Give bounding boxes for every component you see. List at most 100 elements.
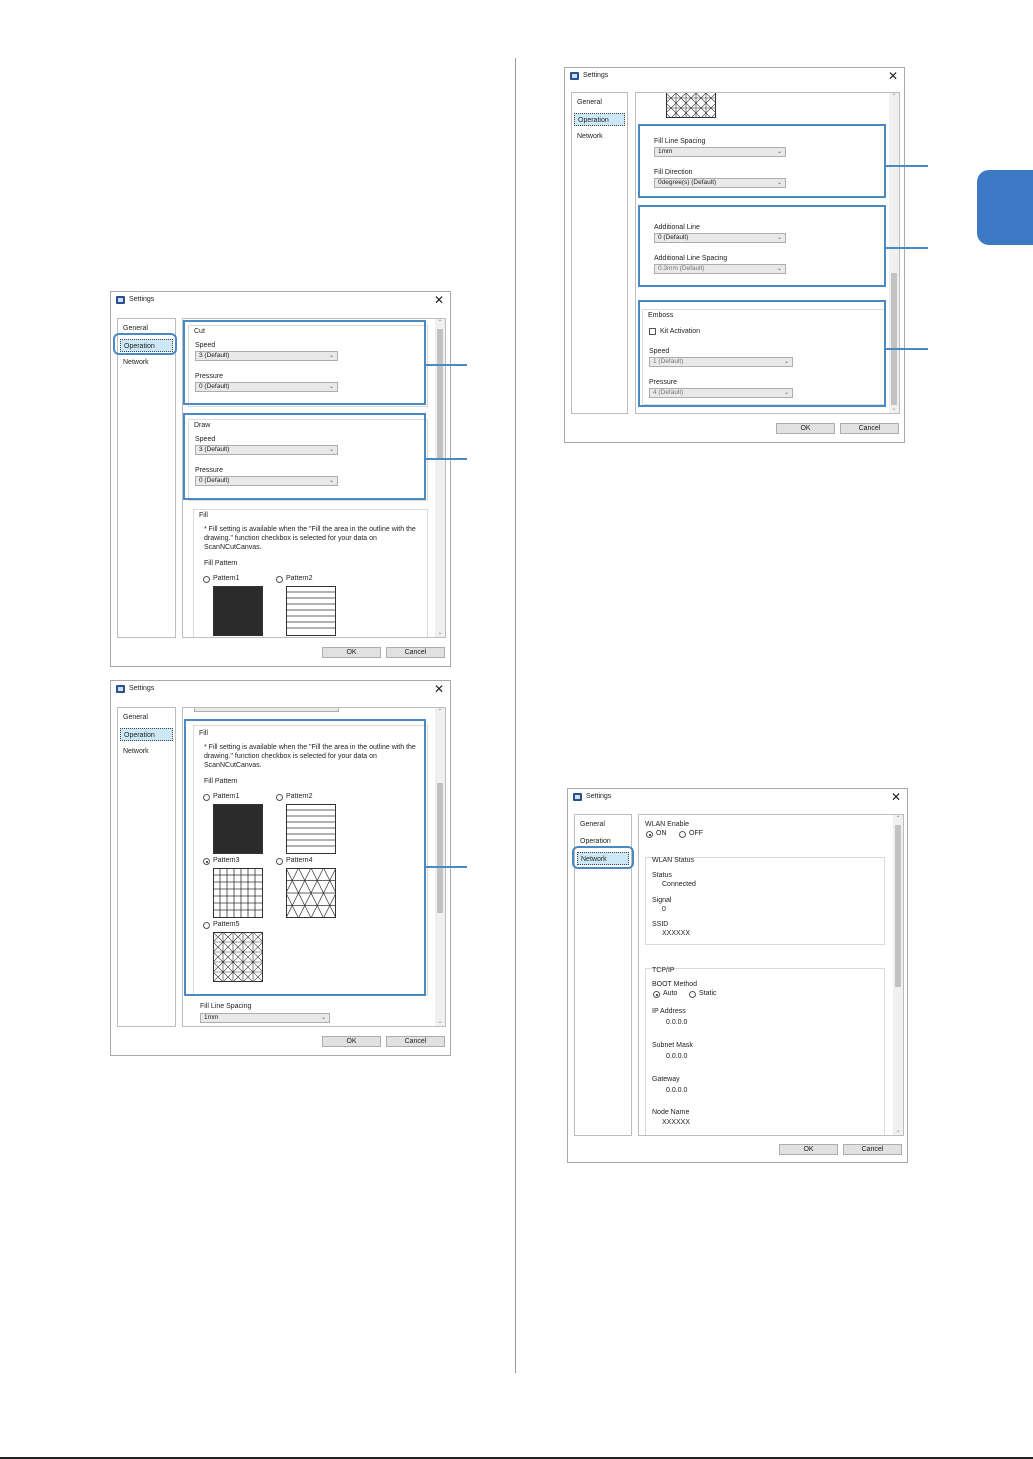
pattern5-radio[interactable] bbox=[203, 922, 210, 929]
nav-item-operation[interactable]: Operation bbox=[120, 728, 173, 741]
fill-line-spacing-select[interactable]: 1mm ⌄ bbox=[654, 147, 786, 157]
pattern1-radio[interactable] bbox=[203, 576, 210, 583]
pattern2-label: Pattern2 bbox=[286, 575, 313, 582]
scroll-thumb[interactable] bbox=[895, 825, 901, 987]
wlan-off-radio[interactable] bbox=[679, 831, 686, 838]
boot-static-radio[interactable] bbox=[689, 991, 696, 998]
settings-dialog-fill: Settings ✕ General Operation Network Fil… bbox=[110, 680, 451, 1056]
scroll-up-icon[interactable]: ⌃ bbox=[435, 319, 445, 327]
scrolled-combo-remnant bbox=[194, 708, 339, 712]
title-bar: Settings ✕ bbox=[565, 68, 904, 86]
close-icon[interactable]: ✕ bbox=[891, 790, 901, 804]
fill-line-spacing-select[interactable]: 1mm ⌄ bbox=[200, 1013, 330, 1023]
scroll-down-icon[interactable]: ⌄ bbox=[889, 405, 899, 413]
app-icon bbox=[116, 296, 125, 304]
cancel-button[interactable]: Cancel bbox=[843, 1144, 902, 1155]
wlan-status-group-label: WLAN Status bbox=[652, 857, 695, 864]
fill-note: * Fill setting is available when the "Fi… bbox=[204, 744, 416, 769]
dialog-title: Settings bbox=[586, 793, 612, 800]
gateway-label: Gateway bbox=[652, 1076, 680, 1083]
node-name-value: XXXXXX bbox=[662, 1119, 691, 1126]
nav-item-network[interactable]: Network bbox=[577, 852, 629, 865]
nav-item-general[interactable]: General bbox=[120, 711, 173, 724]
ssid-value: XXXXXX bbox=[662, 930, 691, 937]
wlan-on-radio[interactable] bbox=[646, 831, 653, 838]
status-value: Connected bbox=[662, 881, 696, 888]
pattern1-label: Pattern1 bbox=[213, 793, 240, 800]
close-icon[interactable]: ✕ bbox=[434, 682, 444, 696]
scroll-down-icon[interactable]: ⌄ bbox=[435, 629, 445, 637]
close-icon[interactable]: ✕ bbox=[888, 69, 898, 83]
ok-button[interactable]: OK bbox=[779, 1144, 838, 1155]
scroll-thumb[interactable] bbox=[891, 273, 897, 405]
status-label: Status bbox=[652, 872, 672, 879]
settings-nav: General Operation Network bbox=[117, 318, 176, 638]
pattern2-swatch bbox=[286, 804, 336, 854]
gateway-value: 0.0.0.0 bbox=[666, 1087, 688, 1094]
panel-scrollbar[interactable]: ⌃ ⌄ bbox=[893, 815, 903, 1135]
pattern2-radio[interactable] bbox=[276, 794, 283, 801]
nav-item-general[interactable]: General bbox=[120, 322, 173, 335]
ok-button[interactable]: OK bbox=[322, 647, 381, 658]
scroll-down-icon[interactable]: ⌄ bbox=[435, 1018, 445, 1026]
scroll-up-icon[interactable]: ⌃ bbox=[889, 93, 899, 101]
additional-line-spacing-select[interactable]: 0.3mm (Default) ⌄ bbox=[654, 264, 786, 274]
cut-speed-select[interactable]: 3 (Default) ⌄ bbox=[195, 351, 338, 361]
boot-auto-radio[interactable] bbox=[653, 991, 660, 998]
close-icon[interactable]: ✕ bbox=[434, 293, 444, 307]
fill-pattern-label: Fill Pattern bbox=[204, 778, 238, 785]
scroll-thumb[interactable] bbox=[437, 783, 443, 913]
ok-button[interactable]: OK bbox=[776, 423, 835, 434]
cancel-button[interactable]: Cancel bbox=[386, 647, 445, 658]
scroll-down-icon[interactable]: ⌄ bbox=[893, 1127, 903, 1135]
cut-group: Cut Speed 3 (Default) ⌄ Pressure 0 (Defau… bbox=[188, 325, 428, 407]
dialog-title: Settings bbox=[583, 72, 609, 79]
settings-nav: General Operation Network bbox=[574, 814, 632, 1136]
nav-item-operation[interactable]: Operation bbox=[120, 339, 173, 352]
pattern2-radio[interactable] bbox=[276, 576, 283, 583]
nav-item-general[interactable]: General bbox=[577, 818, 629, 831]
nav-item-network[interactable]: Network bbox=[120, 356, 173, 369]
draw-speed-select[interactable]: 3 (Default) ⌄ bbox=[195, 445, 338, 455]
pattern1-swatch bbox=[213, 804, 263, 854]
emboss-pressure-select[interactable]: 4 (Default) ⌄ bbox=[649, 388, 793, 398]
cut-pressure-select[interactable]: 0 (Default) ⌄ bbox=[195, 382, 338, 392]
scroll-up-icon[interactable]: ⌃ bbox=[893, 815, 903, 823]
fill-direction-label: Fill Direction bbox=[654, 169, 693, 176]
nav-item-operation[interactable]: Operation bbox=[574, 113, 625, 126]
fill-direction-select[interactable]: 0degree(s) (Default) ⌄ bbox=[654, 178, 786, 188]
settings-nav: General Operation Network bbox=[571, 92, 628, 414]
kit-activation-checkbox[interactable] bbox=[649, 328, 656, 335]
scroll-thumb[interactable] bbox=[437, 329, 443, 459]
pattern4-radio[interactable] bbox=[276, 858, 283, 865]
pattern1-radio[interactable] bbox=[203, 794, 210, 801]
emboss-pressure-label: Pressure bbox=[649, 379, 678, 386]
draw-pressure-select[interactable]: 0 (Default) ⌄ bbox=[195, 476, 338, 486]
additional-line-select[interactable]: 0 (Default) ⌄ bbox=[654, 233, 786, 243]
emboss-speed-select[interactable]: 1 (Default) ⌄ bbox=[649, 357, 793, 367]
cancel-button[interactable]: Cancel bbox=[386, 1036, 445, 1047]
nav-item-network[interactable]: Network bbox=[574, 130, 625, 143]
panel-scrollbar[interactable]: ⌃ ⌄ bbox=[889, 93, 899, 413]
ip-address-value: 0.0.0.0 bbox=[666, 1019, 688, 1026]
tcpip-group: TCP/IP BOOT Method Auto Static IP Addres… bbox=[645, 967, 885, 1135]
title-bar: Settings ✕ bbox=[568, 789, 907, 807]
nav-item-general[interactable]: General bbox=[574, 96, 625, 109]
nav-item-network[interactable]: Network bbox=[120, 745, 173, 758]
emboss-group: Emboss Kit Activation Speed 1 (Default) ⌄… bbox=[642, 309, 886, 405]
pattern5-swatch bbox=[213, 932, 263, 982]
additional-line-spacing-label: Additional Line Spacing bbox=[654, 255, 728, 262]
cut-group-label: Cut bbox=[194, 328, 205, 335]
ok-button[interactable]: OK bbox=[322, 1036, 381, 1047]
scroll-up-icon[interactable]: ⌃ bbox=[435, 708, 445, 716]
nav-item-operation[interactable]: Operation bbox=[577, 835, 629, 848]
cut-speed-label: Speed bbox=[195, 342, 216, 349]
pattern4-label: Pattern4 bbox=[286, 857, 313, 864]
cancel-button[interactable]: Cancel bbox=[840, 423, 899, 434]
panel-scrollbar[interactable]: ⌃ ⌄ bbox=[435, 319, 445, 637]
fill-spacing-callout-line bbox=[886, 165, 928, 167]
boot-method-label: BOOT Method bbox=[652, 981, 698, 988]
pattern3-radio[interactable] bbox=[203, 858, 210, 865]
settings-dialog-network: Settings ✕ General Operation Network WLA… bbox=[567, 788, 908, 1163]
ip-address-label: IP Address bbox=[652, 1008, 686, 1015]
